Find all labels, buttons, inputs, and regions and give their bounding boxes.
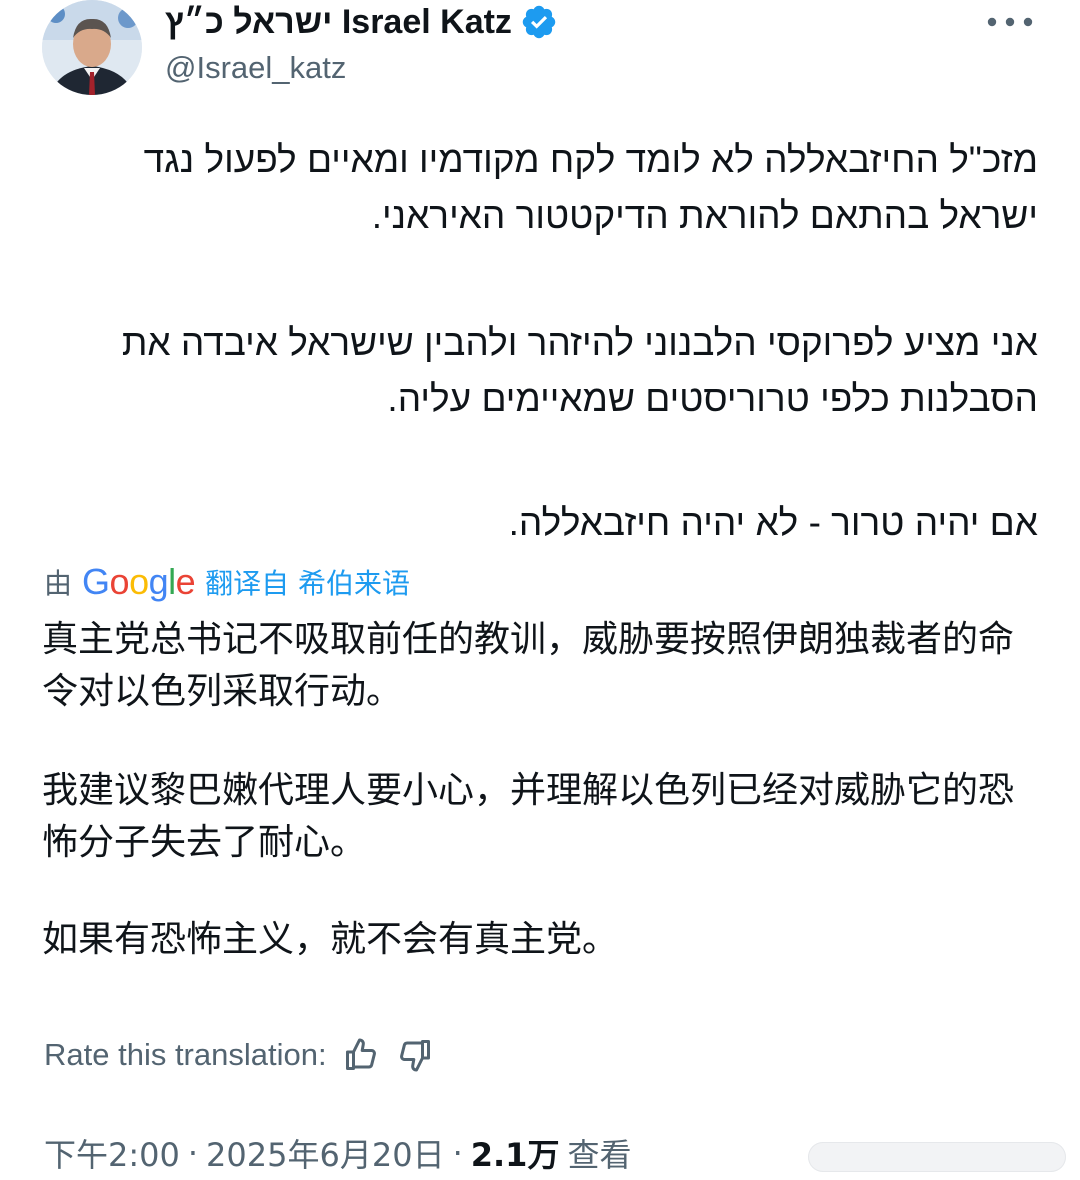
avatar-photo-icon — [42, 0, 142, 95]
more-options-button[interactable] — [980, 8, 1040, 36]
tweet-meta: 下午2:00 · 2025年6月20日 · 2.1万 查看 — [44, 1130, 631, 1176]
translation-paragraph: 我建议黎巴嫩代理人要小心，并理解以色列已经对威胁它的恐怖分子失去了耐心。 — [42, 770, 1015, 863]
thumbs-up-icon — [345, 1038, 376, 1070]
author-handle[interactable]: @Israel_katz — [165, 50, 346, 86]
translation-paragraph: 如果有恐怖主义，就不会有真主党。 — [42, 919, 619, 960]
tweet-date[interactable]: 2025年6月20日 — [206, 1130, 445, 1176]
original-paragraph: אם יהיה טרור - לא יהיה חיזבאללה. — [508, 502, 1038, 543]
home-indicator — [808, 1142, 1066, 1172]
author-display-name[interactable]: ישראל כ״ץ Israel Katz — [165, 3, 512, 42]
views-count: 2.1万 — [470, 1136, 560, 1174]
thumbs-down-button[interactable] — [395, 1035, 435, 1075]
translated-by-label: 由 — [44, 567, 73, 600]
thumbs-up-button[interactable] — [341, 1035, 381, 1075]
tweet-time[interactable]: 下午2:00 — [44, 1130, 180, 1176]
thumbs-down-icon — [399, 1040, 430, 1072]
translation-attribution: 由 Google 翻译自 希伯来语 — [44, 560, 410, 604]
original-paragraph: אני מציע לפרוקסי הלבנוני להיזהר ולהבין ש… — [111, 322, 1038, 419]
google-logo: Google — [82, 561, 196, 602]
rate-translation-row: Rate this translation: — [44, 1032, 435, 1078]
verified-badge-icon — [520, 3, 558, 41]
meta-separator: · — [187, 1134, 199, 1172]
translation-paragraph: 真主党总书记不吸取前任的教训，威胁要按照伊朗独裁者的命令对以色列采取行动。 — [42, 619, 1015, 712]
tweet-detail: ישראל כ״ץ Israel Katz @Israel_katz מזכ"ל… — [0, 0, 1080, 1180]
more-horizontal-icon — [987, 17, 1033, 27]
meta-separator: · — [452, 1134, 463, 1172]
original-paragraph: מזכ"ל החיזבאללה לא לומד לקח מקודמיו ומאי… — [133, 139, 1038, 236]
rate-translation-label: Rate this translation: — [44, 1037, 327, 1072]
views-label: 查看 — [567, 1136, 632, 1174]
translated-from-link[interactable]: 翻译自 希伯来语 — [205, 562, 410, 602]
author-name-row[interactable]: ישראל כ״ץ Israel Katz — [165, 0, 558, 44]
avatar[interactable] — [42, 0, 142, 95]
